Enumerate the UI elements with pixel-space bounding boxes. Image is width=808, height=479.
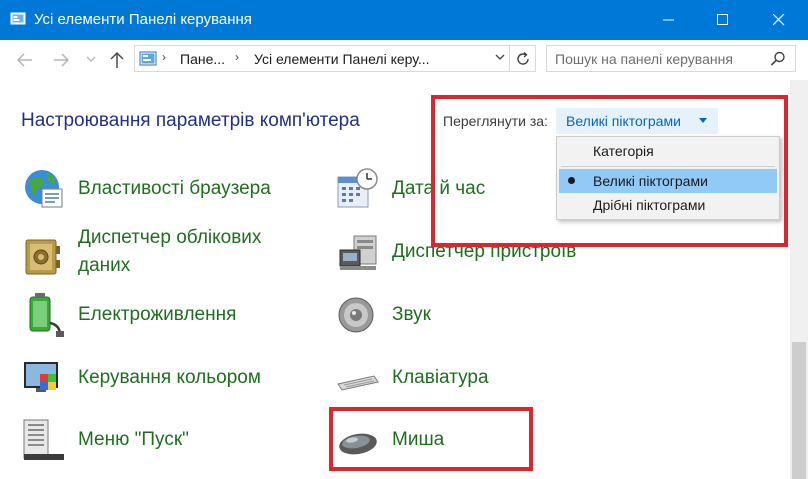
item-label: Звук <box>392 304 431 325</box>
menu-item-label: Великі піктограми <box>593 173 708 189</box>
internet-options-icon <box>25 170 63 208</box>
caret-down-icon <box>699 118 707 123</box>
color-management-icon <box>24 362 58 392</box>
item-keyboard[interactable]: Клавіатура <box>334 354 634 404</box>
close-button[interactable] <box>756 0 802 40</box>
view-by-label: Переглянути за: <box>443 113 548 129</box>
item-device-manager[interactable]: Диспетчер пристроїв <box>334 228 634 278</box>
title-bar: Усі елементи Панелі керування <box>0 0 808 40</box>
maximize-button[interactable] <box>700 0 746 40</box>
menu-item-label: Дрібні піктограми <box>593 197 706 213</box>
maximize-icon <box>717 14 728 25</box>
address-bar[interactable]: › Пане... › Усі елементи Панелі керу... <box>134 45 510 72</box>
item-sound[interactable]: Звук <box>334 291 634 341</box>
refresh-icon <box>517 51 529 65</box>
arrow-right-icon[interactable] <box>52 50 70 70</box>
refresh-button[interactable] <box>510 45 536 72</box>
item-label: Керування кольором <box>78 367 261 388</box>
mouse-icon <box>339 433 377 455</box>
item-label: Властивості браузера <box>78 178 271 199</box>
date-time-icon <box>337 168 378 208</box>
device-manager-icon <box>339 235 377 270</box>
view-by-value: Великі піктограми <box>566 113 681 129</box>
item-label: Меню "Пуск" <box>78 429 189 450</box>
item-power-options[interactable]: Електроживлення <box>20 291 320 341</box>
menu-item-large-icons[interactable]: Великі піктограми <box>559 169 777 193</box>
breadcrumb-item[interactable]: Усі елементи Панелі керу... <box>254 51 430 67</box>
search-box[interactable] <box>546 45 796 72</box>
item-label-line2: даних <box>78 255 131 276</box>
vertical-scrollbar[interactable] <box>790 80 808 479</box>
item-label: Дата й час <box>392 178 486 199</box>
item-color-management[interactable]: Керування кольором <box>20 354 320 404</box>
item-label: Миша <box>392 429 445 450</box>
breadcrumb-item[interactable]: Пане... <box>180 51 225 67</box>
item-label: Диспетчер облікових <box>78 227 262 248</box>
view-by-menu: Категорія Великі піктограми Дрібні пікто… <box>556 136 780 220</box>
item-label: Диспетчер пристроїв <box>392 241 577 262</box>
search-icon[interactable] <box>770 51 786 67</box>
credential-manager-icon <box>25 239 60 275</box>
menu-divider <box>561 166 775 167</box>
item-internet-options[interactable]: Властивості браузера <box>20 165 320 215</box>
radio-bullet-icon <box>568 177 575 184</box>
power-options-icon <box>29 293 64 337</box>
item-label: Електроживлення <box>78 304 237 325</box>
search-input[interactable] <box>547 46 767 71</box>
chevron-down-icon[interactable] <box>495 54 505 62</box>
sound-icon <box>338 297 374 333</box>
item-mouse[interactable]: Миша <box>334 416 524 466</box>
item-label: Клавіатура <box>392 367 489 388</box>
view-by-dropdown[interactable]: Великі піктограми <box>556 108 718 134</box>
menu-item-category[interactable]: Категорія <box>559 139 777 163</box>
menu-item-label: Категорія <box>593 143 654 159</box>
arrow-left-icon[interactable] <box>16 50 34 70</box>
item-credential-manager[interactable]: Диспетчер облікових даних <box>20 227 320 284</box>
chevron-down-icon[interactable] <box>86 56 96 64</box>
scrollbar-thumb[interactable] <box>792 342 806 479</box>
arrow-up-icon[interactable] <box>108 50 126 70</box>
keyboard-icon <box>337 375 379 391</box>
control-panel-icon <box>139 51 157 66</box>
minimize-icon <box>663 19 674 21</box>
close-icon <box>773 14 785 26</box>
minimize-button[interactable] <box>646 0 692 40</box>
start-menu-icon <box>23 419 64 460</box>
window-title: Усі елементи Панелі керування <box>34 11 252 28</box>
page-title: Настроювання параметрів комп'ютера <box>21 110 360 131</box>
item-start-menu[interactable]: Меню "Пуск" <box>20 416 320 466</box>
control-panel-icon <box>10 12 26 25</box>
breadcrumb-separator: › <box>162 50 166 64</box>
breadcrumb-separator: › <box>235 50 239 64</box>
menu-item-small-icons[interactable]: Дрібні піктограми <box>559 193 777 217</box>
